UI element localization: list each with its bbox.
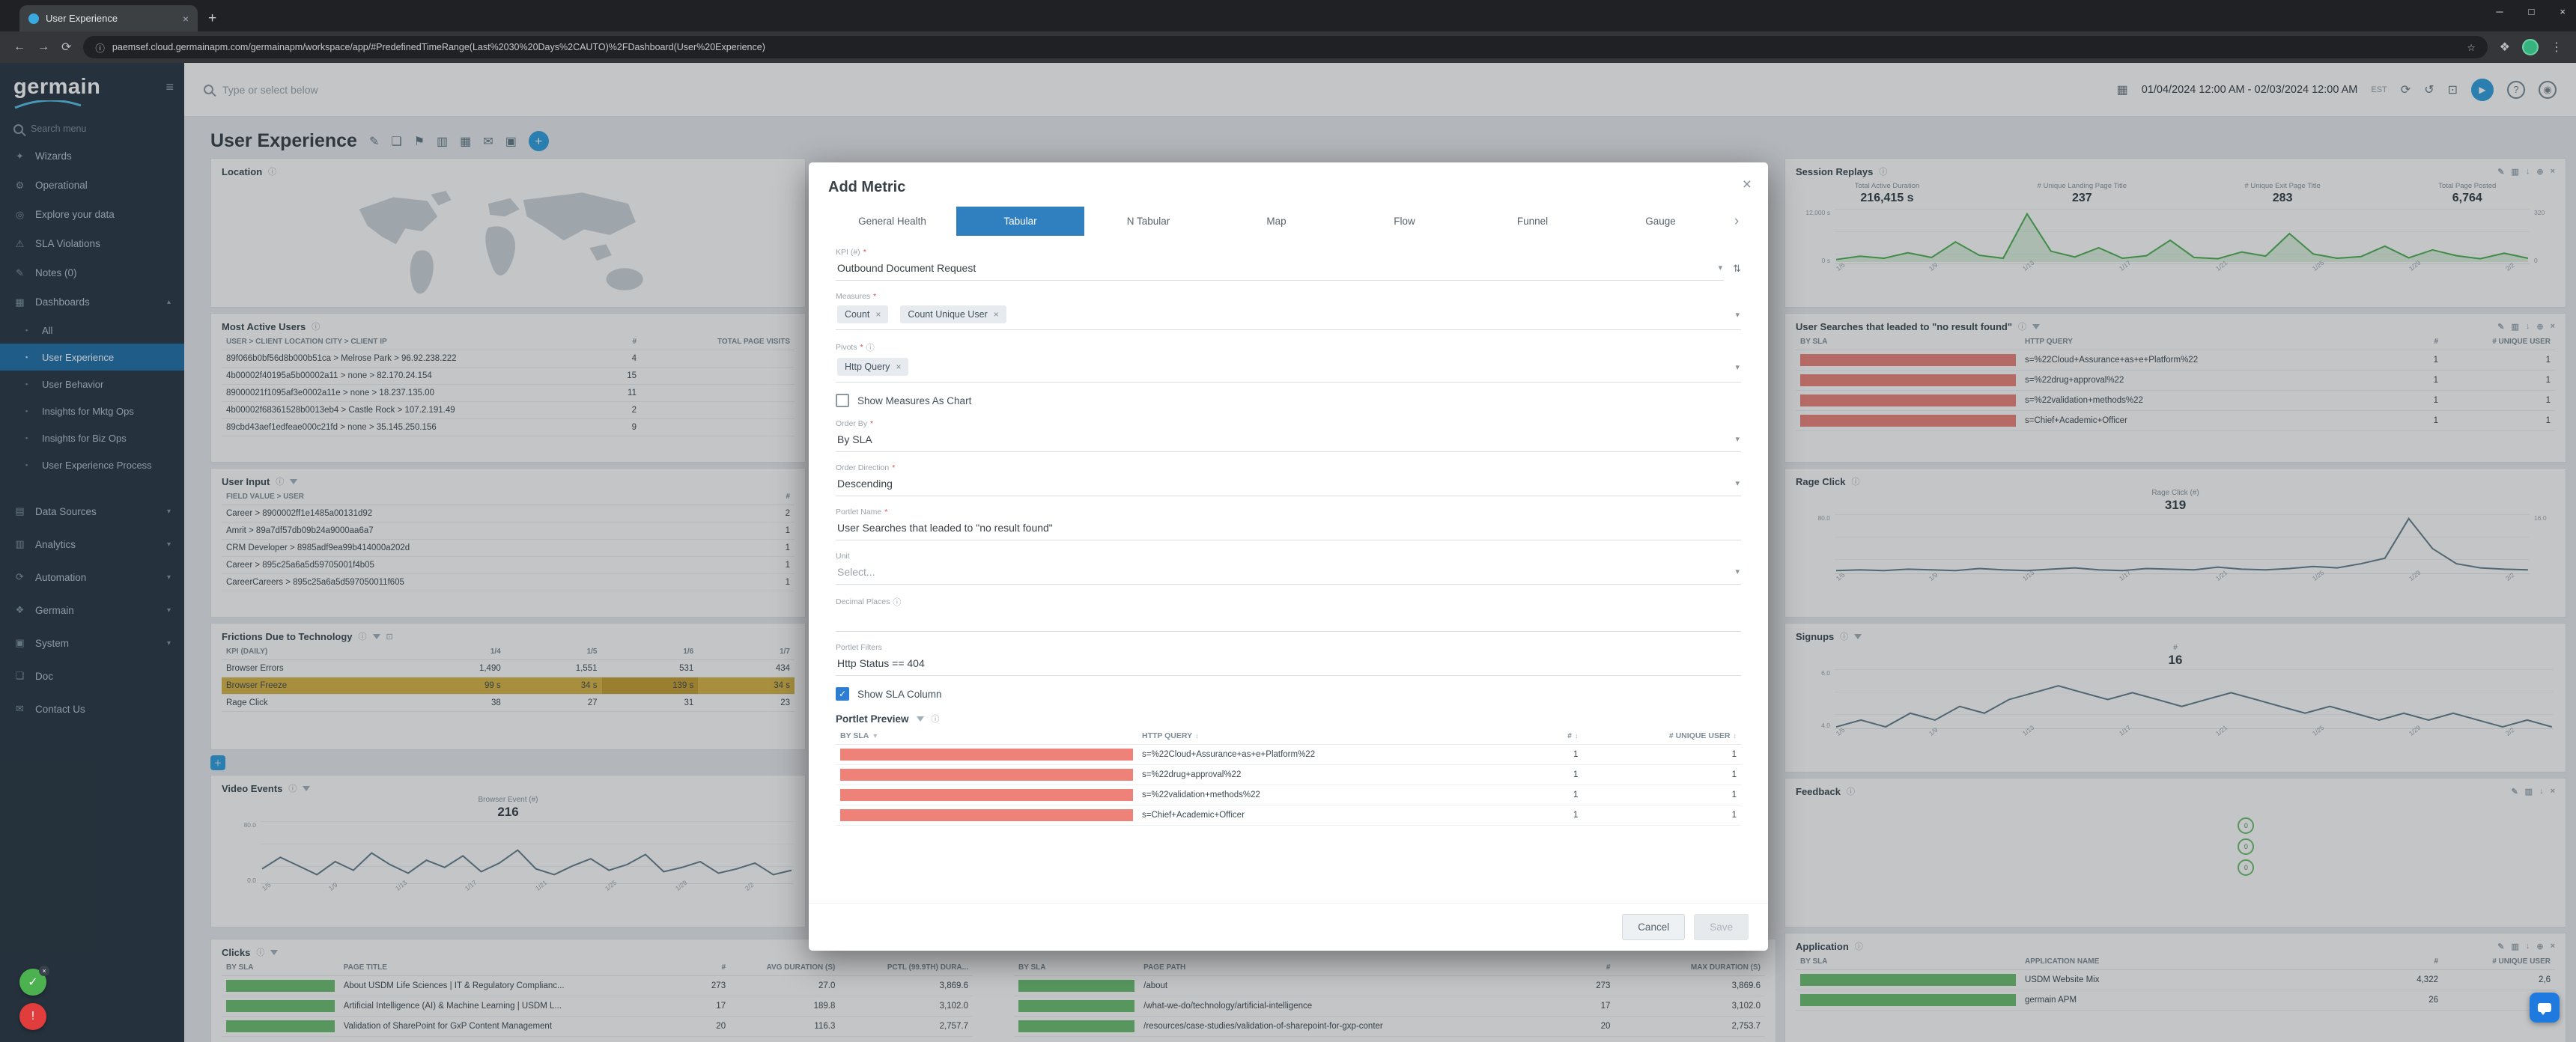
- tabs-more-chevron-icon[interactable]: ›: [1725, 213, 1749, 230]
- chat-bubble-icon: [2538, 1003, 2551, 1012]
- measures-field: Measures* Count× Count Unique User× ▾: [836, 292, 1741, 330]
- remove-chip-icon[interactable]: ×: [875, 309, 881, 320]
- table-row[interactable]: s=Chief+Academic+Officer11: [836, 805, 1741, 826]
- sla-bar: [840, 789, 1133, 801]
- remove-chip-icon[interactable]: ×: [896, 362, 901, 372]
- measure-chip[interactable]: Count Unique User×: [900, 305, 1006, 323]
- unit-select[interactable]: Select... ▾: [836, 562, 1741, 585]
- sort-icon: ↕: [1734, 732, 1737, 740]
- table-row[interactable]: s=%22validation+methods%2211: [836, 785, 1741, 805]
- sort-icon: ↕: [1195, 732, 1199, 740]
- new-tab-button[interactable]: +: [208, 10, 216, 27]
- sla-bar: [840, 749, 1133, 761]
- measure-chip[interactable]: Count×: [837, 305, 888, 323]
- window-close-button[interactable]: ×: [2560, 6, 2566, 17]
- checkbox-checked: ✓: [836, 687, 849, 701]
- reload-button[interactable]: ⟳: [61, 40, 71, 55]
- browser-chrome: User Experience × + ─ □ × ← → ⟳ ⓘ paemse…: [0, 0, 2576, 63]
- unit-field: Unit Select... ▾: [836, 552, 1741, 585]
- tab-strip: User Experience × + ─ □ ×: [0, 0, 2576, 31]
- browser-toolbar: ← → ⟳ ⓘ paemsef.cloud.germainapm.com/ger…: [0, 31, 2576, 63]
- sla-bar: [840, 809, 1133, 821]
- measures-select[interactable]: Count× Count Unique User× ▾: [836, 302, 1741, 330]
- pivot-chip[interactable]: Http Query×: [837, 358, 908, 376]
- address-bar[interactable]: ⓘ paemsef.cloud.germainapm.com/germainap…: [83, 36, 2487, 58]
- sort-icon: ↕: [1575, 732, 1579, 740]
- status-button[interactable]: ✓×: [19, 969, 46, 996]
- chevron-down-icon: ▾: [1735, 362, 1740, 372]
- order-by-select[interactable]: By SLA ▾: [836, 430, 1741, 452]
- bookmark-star-icon[interactable]: ☆: [2467, 42, 2475, 53]
- tab-close-icon[interactable]: ×: [183, 13, 189, 25]
- modal-title: Add Metric: [828, 179, 905, 195]
- column-header-by-sla[interactable]: BY SLA▼: [836, 726, 1137, 745]
- chevron-down-icon: ▾: [1735, 310, 1740, 320]
- forward-button[interactable]: →: [37, 40, 49, 54]
- column-header-count[interactable]: #↕: [1447, 726, 1582, 745]
- url-text: paemsef.cloud.germainapm.com/germainapm/…: [112, 42, 2460, 52]
- tab-map[interactable]: Map: [1212, 207, 1340, 236]
- cancel-button[interactable]: Cancel: [1622, 914, 1685, 940]
- tab-gauge[interactable]: Gauge: [1597, 207, 1725, 236]
- table-row[interactable]: s=%22Cloud+Assurance+as+e+Platform%2211: [836, 745, 1741, 765]
- chevron-down-icon: ▾: [1735, 567, 1740, 576]
- column-header-unique-user[interactable]: # UNIQUE USER↕: [1582, 726, 1741, 745]
- portlet-filters-input[interactable]: Http Status == 404: [836, 653, 1741, 676]
- tab-n-tabular[interactable]: N Tabular: [1084, 207, 1212, 236]
- order-direction-field: Order Direction* Descending ▾: [836, 463, 1741, 496]
- swap-icon[interactable]: ⇅: [1733, 263, 1741, 281]
- filter-icon[interactable]: [917, 716, 924, 722]
- tab-tabular[interactable]: Tabular: [956, 207, 1084, 236]
- sla-bar: [840, 769, 1133, 781]
- tab-general-health[interactable]: General Health: [828, 207, 956, 236]
- favicon: [28, 13, 39, 24]
- browser-tab[interactable]: User Experience ×: [19, 5, 198, 31]
- order-direction-select[interactable]: Descending ▾: [836, 474, 1741, 496]
- window-maximize-button[interactable]: □: [2529, 6, 2535, 17]
- extensions-icon[interactable]: ❖: [2500, 40, 2510, 55]
- chevron-down-icon: ▾: [1735, 434, 1740, 444]
- remove-chip-icon[interactable]: ×: [994, 309, 999, 320]
- portlet-preview-title: Portlet Preview: [836, 713, 909, 725]
- portlet-preview-table: BY SLA▼ HTTP QUERY↕ #↕ # UNIQUE USER↕ s=…: [836, 726, 1741, 826]
- pivots-field: Pivots*ⓘ Http Query× ▾: [836, 341, 1741, 383]
- portlet-filters-field: Portlet Filters Http Status == 404: [836, 643, 1741, 676]
- column-header-http-query[interactable]: HTTP QUERY↕: [1137, 726, 1447, 745]
- kpi-select[interactable]: Outbound Document Request ▾: [836, 258, 1724, 281]
- pivots-select[interactable]: Http Query× ▾: [836, 355, 1741, 383]
- modal-tabs: General Health Tabular N Tabular Map Flo…: [828, 207, 1749, 236]
- tab-funnel[interactable]: Funnel: [1468, 207, 1597, 236]
- checkbox-unchecked: [836, 394, 849, 407]
- show-sla-column-checkbox[interactable]: ✓ Show SLA Column: [836, 687, 1741, 701]
- badge-close-icon[interactable]: ×: [39, 966, 49, 976]
- save-button[interactable]: Save: [1694, 914, 1749, 940]
- portlet-name-field: Portlet Name* User Searches that leaded …: [836, 508, 1741, 540]
- back-button[interactable]: ←: [13, 40, 25, 54]
- window-minimize-button[interactable]: ─: [2496, 6, 2503, 17]
- add-metric-modal: Add Metric × General Health Tabular N Ta…: [809, 162, 1768, 951]
- feedback-button[interactable]: !: [19, 1003, 46, 1030]
- kpi-field: KPI (#)* Outbound Document Request ▾ ⇅: [836, 248, 1741, 281]
- portlet-name-input[interactable]: User Searches that leaded to "no result …: [836, 518, 1741, 540]
- tab-flow[interactable]: Flow: [1340, 207, 1468, 236]
- table-row[interactable]: s=%22drug+approval%2211: [836, 765, 1741, 785]
- profile-avatar[interactable]: [2522, 39, 2539, 55]
- show-measures-as-chart-checkbox[interactable]: Show Measures As Chart: [836, 394, 1741, 407]
- order-by-field: Order By* By SLA ▾: [836, 419, 1741, 452]
- browser-menu-icon[interactable]: ⋮: [2551, 40, 2563, 55]
- chevron-down-icon: ▾: [1719, 263, 1723, 272]
- tab-title: User Experience: [46, 13, 176, 24]
- decimal-places-input[interactable]: [836, 609, 1741, 632]
- decimal-places-field: Decimal Placesⓘ: [836, 596, 1741, 632]
- info-icon[interactable]: ⓘ: [866, 341, 875, 353]
- info-icon[interactable]: ⓘ: [932, 713, 940, 725]
- site-info-icon[interactable]: ⓘ: [95, 40, 105, 55]
- info-icon[interactable]: ⓘ: [893, 596, 901, 608]
- sort-desc-icon: ▼: [872, 732, 878, 740]
- chevron-down-icon: ▾: [1735, 478, 1740, 488]
- chat-button[interactable]: [2530, 993, 2560, 1023]
- close-icon[interactable]: ×: [1743, 176, 1752, 194]
